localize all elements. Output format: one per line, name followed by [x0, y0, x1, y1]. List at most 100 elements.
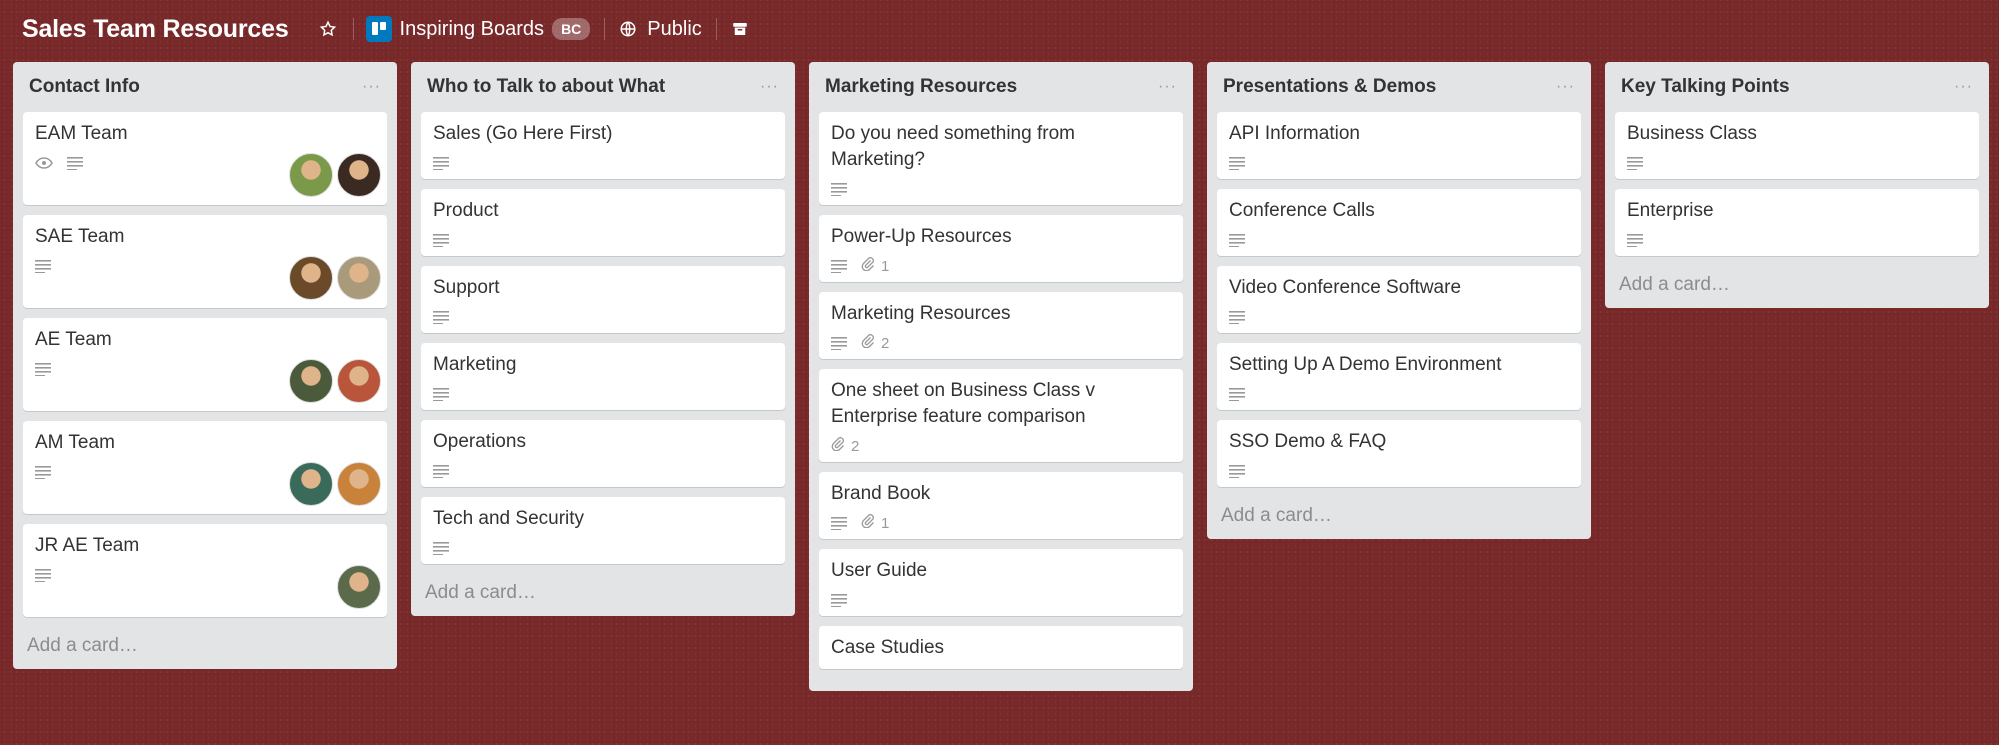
list-card[interactable]: SSO Demo & FAQ [1217, 420, 1581, 487]
list-card[interactable]: One sheet on Business Class v Enterprise… [819, 369, 1183, 462]
card-members [289, 359, 381, 403]
team-name[interactable]: Inspiring Boards [400, 18, 545, 41]
list-header: Marketing Resources ··· [819, 62, 1183, 112]
list-menu-icon[interactable]: ··· [760, 79, 779, 95]
card-badges: 1 [831, 514, 1171, 532]
header-divider [604, 18, 606, 40]
list-card[interactable]: Setting Up A Demo Environment [1217, 343, 1581, 410]
description-icon [1229, 156, 1245, 170]
paperclip-icon [861, 257, 875, 275]
card-badges [433, 463, 773, 479]
description-icon [831, 593, 847, 607]
card-badges [1229, 386, 1569, 402]
list-card[interactable]: EAM Team [23, 112, 387, 205]
card-badges: 2 [831, 334, 1171, 352]
avatar[interactable] [289, 256, 333, 300]
globe-icon [617, 18, 639, 40]
avatar[interactable] [337, 565, 381, 609]
list-card[interactable]: Case Studies [819, 626, 1183, 669]
avatar[interactable] [289, 153, 333, 197]
list-card[interactable]: Power-Up Resources 1 [819, 215, 1183, 282]
list-card[interactable]: AM Team [23, 421, 387, 514]
card-title: Marketing Resources [831, 303, 1011, 324]
board-header: Sales Team Resources Inspiring Boards BC… [0, 0, 1999, 58]
list-card[interactable]: AE Team [23, 318, 387, 411]
list-card[interactable]: Conference Calls [1217, 189, 1581, 256]
list-card[interactable]: API Information [1217, 112, 1581, 179]
avatar[interactable] [337, 359, 381, 403]
card-title: AE Team [35, 329, 112, 350]
list-card[interactable]: JR AE Team [23, 524, 387, 617]
description-icon [433, 156, 449, 170]
list-card[interactable]: Product [421, 189, 785, 256]
list-card[interactable]: Do you need something from Marketing? [819, 112, 1183, 205]
card-badges [1229, 463, 1569, 479]
archive-icon[interactable] [729, 18, 751, 40]
card-title: SAE Team [35, 226, 125, 247]
list-title[interactable]: Key Talking Points [1621, 76, 1790, 98]
list-card[interactable]: Enterprise [1615, 189, 1979, 256]
card-title: Business Class [1627, 123, 1757, 144]
list-title[interactable]: Presentations & Demos [1223, 76, 1436, 98]
description-icon [433, 387, 449, 401]
list-card[interactable]: Video Conference Software [1217, 266, 1581, 333]
card-title: Operations [433, 431, 526, 452]
card-badges [831, 181, 1171, 197]
card-badges [1627, 232, 1967, 248]
list-menu-icon[interactable]: ··· [1954, 79, 1973, 95]
add-card-button[interactable]: Add a card… [421, 574, 785, 604]
description-icon [1627, 233, 1643, 247]
card-title: EAM Team [35, 123, 128, 144]
list-card[interactable]: Marketing Resources 2 [819, 292, 1183, 359]
list-title[interactable]: Contact Info [29, 76, 140, 98]
card-badges [1229, 309, 1569, 325]
avatar[interactable] [337, 256, 381, 300]
list-card[interactable]: User Guide [819, 549, 1183, 616]
description-icon [35, 465, 51, 479]
list-card[interactable]: SAE Team [23, 215, 387, 308]
avatar[interactable] [289, 359, 333, 403]
card-members [337, 565, 381, 609]
list-card[interactable]: Marketing [421, 343, 785, 410]
list-card[interactable]: Sales (Go Here First) [421, 112, 785, 179]
list-menu-icon[interactable]: ··· [362, 79, 381, 95]
add-card-button[interactable]: Add a card… [1217, 497, 1581, 527]
list-header: Presentations & Demos ··· [1217, 62, 1581, 112]
list-card[interactable]: Support [421, 266, 785, 333]
paperclip-icon [831, 437, 845, 455]
card-title: Enterprise [1627, 200, 1714, 221]
description-icon [831, 516, 847, 530]
avatar[interactable] [337, 462, 381, 506]
description-icon [1229, 233, 1245, 247]
list-menu-icon[interactable]: ··· [1556, 79, 1575, 95]
list-card[interactable]: Business Class [1615, 112, 1979, 179]
add-card-button[interactable]: Add a card… [23, 627, 387, 657]
card-members [289, 153, 381, 197]
attachment-count: 2 [851, 437, 860, 455]
list-menu-icon[interactable]: ··· [1158, 79, 1177, 95]
list: Key Talking Points ··· Business Class Enter… [1605, 62, 1989, 308]
add-card-button[interactable]: Add a card… [1615, 266, 1979, 296]
list-card[interactable]: Tech and Security [421, 497, 785, 564]
star-icon[interactable] [317, 18, 339, 40]
board-title[interactable]: Sales Team Resources [22, 15, 289, 44]
attachment-badge: 1 [861, 514, 889, 532]
list-title[interactable]: Marketing Resources [825, 76, 1017, 98]
description-icon [1229, 310, 1245, 324]
card-title: Setting Up A Demo Environment [1229, 354, 1502, 375]
attachment-badge: 2 [831, 437, 859, 455]
card-title: Support [433, 277, 500, 298]
description-icon [433, 310, 449, 324]
visibility-button[interactable]: Public [647, 18, 701, 41]
card-members [289, 462, 381, 506]
card-badges [433, 386, 773, 402]
list-header: Contact Info ··· [23, 62, 387, 112]
avatar[interactable] [337, 153, 381, 197]
list-title[interactable]: Who to Talk to about What [427, 76, 665, 98]
description-icon [831, 259, 847, 273]
list-card[interactable]: Brand Book 1 [819, 472, 1183, 539]
avatar[interactable] [289, 462, 333, 506]
description-icon [433, 464, 449, 478]
header-divider [715, 18, 717, 40]
list-card[interactable]: Operations [421, 420, 785, 487]
